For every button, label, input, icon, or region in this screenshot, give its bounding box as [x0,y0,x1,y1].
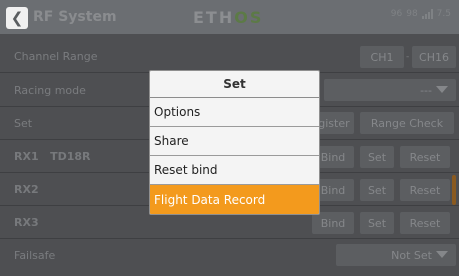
chevron-down-icon [436,86,448,93]
rx1-model: TD18R [50,150,91,163]
back-button[interactable]: ❮ [6,7,28,29]
signal-icon [421,9,433,19]
rx2-label: RX2 [14,183,39,196]
scrollbar[interactable] [452,175,456,205]
page-title: RF System [33,9,117,25]
rx2-set-button[interactable]: Set [360,179,394,201]
chevron-left-icon: ❮ [10,8,24,27]
rx2-reset-button[interactable]: Reset [400,179,450,201]
racing-mode-label: Racing mode [14,84,86,97]
rx3-reset-button[interactable]: Reset [400,212,450,234]
rx1-reset-button[interactable]: Reset [400,146,450,168]
rx3-label: RX3 [14,216,39,229]
menu-item-share[interactable]: Share [150,127,319,156]
status-area: 96 98 7.5 [391,9,451,19]
failsafe-label: Failsafe [14,249,56,262]
rssi-2-value: 98 [406,9,418,19]
channel-from-button[interactable]: CH1 [360,46,404,68]
chevron-down-icon [436,251,448,258]
set-label: Set [14,117,33,130]
ethos-logo: ETHOS [193,8,264,27]
top-bar: ❮ RF System ETHOS 96 98 7.5 [0,0,459,34]
row-failsafe: Failsafe Not Set [0,239,459,272]
channel-to-button[interactable]: CH16 [412,46,456,68]
failsafe-dropdown[interactable]: Not Set [336,244,456,266]
rx1-label: RX1 TD18R [14,150,91,163]
rx3-set-button[interactable]: Set [360,212,394,234]
menu-item-flight-data-record[interactable]: Flight Data Record [150,185,319,214]
menu-item-reset-bind[interactable]: Reset bind [150,156,319,185]
battery-value: 7.5 [436,9,451,19]
menu-title: Set [150,71,319,98]
channel-range-label: Channel Range [14,50,98,63]
rssi-1-value: 96 [390,9,403,19]
racing-mode-dropdown[interactable]: --- [324,79,456,101]
range-check-button[interactable]: Range Check [360,112,454,134]
menu-item-options[interactable]: Options [150,98,319,127]
rx3-bind-button[interactable]: Bind [312,212,354,234]
row-channel-range: Channel Range CH1 - CH16 [0,40,459,73]
set-popup-menu: Set Options Share Reset bind Flight Data… [149,70,320,215]
rx1-set-button[interactable]: Set [360,146,394,168]
channel-range-separator: - [406,52,410,62]
